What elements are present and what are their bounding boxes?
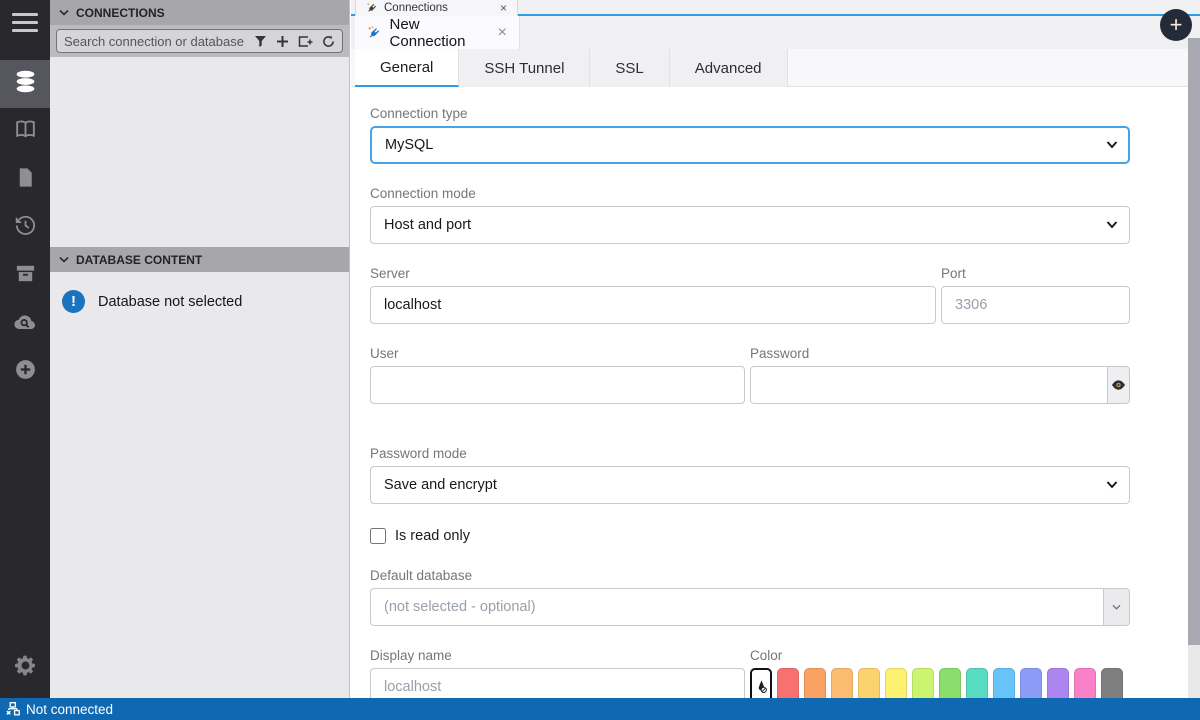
app-tab-bar: Connections ×: [351, 0, 1200, 16]
connection-type-select[interactable]: MySQL: [370, 126, 1130, 164]
gear-icon: [13, 653, 38, 683]
tab-advanced-label: Advanced: [695, 60, 762, 77]
add-connection-fab[interactable]: +: [1160, 9, 1192, 41]
no-color-icon: [755, 679, 768, 694]
tab-general-label: General: [380, 59, 433, 76]
user-input[interactable]: [370, 366, 745, 404]
password-mode-select[interactable]: Save and encrypt: [370, 466, 1130, 504]
connection-mode-label: Connection mode: [370, 186, 1130, 201]
sidebar-item-catalog[interactable]: [0, 108, 50, 156]
server-input[interactable]: [370, 286, 936, 324]
display-name-label: Display name: [370, 648, 745, 663]
server-label: Server: [370, 266, 936, 281]
tab-new-connection[interactable]: New Connection ×: [355, 16, 520, 49]
default-database-input[interactable]: [370, 588, 1104, 626]
scrollbar-thumb[interactable]: [1188, 38, 1200, 645]
sidebar-item-archive[interactable]: [0, 252, 50, 300]
connection-type-label: Connection type: [370, 106, 1130, 121]
connection-search-input[interactable]: Search connection or database: [56, 29, 343, 53]
database-content-panel-header[interactable]: DATABASE CONTENT: [50, 247, 349, 272]
eye-icon: [1111, 379, 1126, 391]
tab-ssh-tunnel[interactable]: SSH Tunnel: [459, 49, 590, 87]
activity-bar: [0, 0, 50, 698]
close-icon[interactable]: ×: [500, 1, 507, 15]
main-area: Connections × New Connection × General S…: [351, 0, 1200, 698]
sidebar-item-cloud-search[interactable]: [0, 300, 50, 348]
chevron-down-icon: [59, 9, 69, 17]
color-label: Color: [750, 648, 1130, 663]
read-only-checkbox[interactable]: [370, 528, 386, 544]
plug-icon: [367, 25, 382, 41]
connections-panel-header[interactable]: CONNECTIONS: [50, 0, 349, 25]
form-tab-bar: General SSH Tunnel SSL Advanced: [351, 49, 1200, 87]
user-label: User: [370, 346, 745, 361]
archive-icon: [14, 262, 37, 290]
connections-panel-title: CONNECTIONS: [76, 6, 165, 20]
password-input[interactable]: [750, 366, 1108, 404]
tab-new-connection-label: New Connection: [390, 16, 490, 50]
settings-button[interactable]: [0, 644, 50, 692]
server-port-row: Server Port: [370, 266, 1130, 324]
tab-advanced[interactable]: Advanced: [670, 49, 788, 87]
default-database-label: Default database: [370, 568, 1130, 583]
status-text: Not connected: [26, 702, 113, 717]
refresh-icon[interactable]: [322, 35, 335, 48]
filter-icon[interactable]: [254, 35, 267, 48]
connection-mode-field: Connection mode Host and port: [370, 186, 1130, 244]
read-only-label[interactable]: Is read only: [395, 528, 470, 544]
add-connection-icon[interactable]: [276, 35, 289, 48]
disconnected-icon: [6, 702, 20, 716]
password-label: Password: [750, 346, 1130, 361]
cloud-search-icon: [12, 309, 38, 340]
status-bar: Not connected: [0, 698, 1200, 720]
default-database-field: Default database: [370, 568, 1130, 626]
app-window: CONNECTIONS Search connection or databas…: [0, 0, 1200, 720]
read-only-field: Is read only: [370, 528, 1130, 544]
hamburger-menu-button[interactable]: [0, 0, 50, 44]
tab-connections-label: Connections: [384, 2, 448, 14]
tab-ssh-tunnel-label: SSH Tunnel: [484, 60, 564, 77]
connection-mode-select[interactable]: Host and port: [370, 206, 1130, 244]
vertical-scrollbar[interactable]: [1188, 38, 1200, 698]
show-password-button[interactable]: [1108, 366, 1130, 404]
password-mode-label: Password mode: [370, 446, 1130, 461]
sidebar-item-add[interactable]: [0, 348, 50, 396]
plus-circle-icon: [13, 357, 38, 387]
connection-type-field: Connection type MySQL: [370, 106, 1130, 164]
password-mode-field: Password mode Save and encrypt: [370, 446, 1130, 504]
port-label: Port: [941, 266, 1130, 281]
left-panel: CONNECTIONS Search connection or databas…: [50, 0, 350, 698]
tab-connections[interactable]: Connections ×: [355, 0, 518, 16]
port-input[interactable]: [941, 286, 1130, 324]
empty-message-text: Database not selected: [98, 294, 242, 310]
chevron-down-icon: [1112, 604, 1121, 611]
sidebar-item-files[interactable]: [0, 156, 50, 204]
sidebar-item-history[interactable]: [0, 204, 50, 252]
default-database-dropdown-button[interactable]: [1104, 588, 1130, 626]
info-icon: !: [62, 290, 85, 313]
open-book-icon: [13, 117, 38, 147]
connections-search-row: Search connection or database: [50, 25, 349, 57]
database-content-panel-title: DATABASE CONTENT: [76, 253, 202, 267]
tab-ssl[interactable]: SSL: [590, 49, 669, 87]
database-not-selected-message: ! Database not selected: [62, 290, 242, 313]
new-folder-icon[interactable]: [298, 35, 313, 48]
file-icon: [14, 166, 37, 194]
database-icon: [13, 69, 38, 99]
search-placeholder: Search connection or database: [64, 34, 245, 49]
close-icon[interactable]: ×: [498, 24, 507, 42]
tab-general[interactable]: General: [355, 49, 459, 87]
plug-icon: [366, 2, 378, 14]
editor-tab-bar: New Connection ×: [351, 16, 1200, 49]
sidebar-item-connections[interactable]: [0, 60, 50, 108]
chevron-down-icon: [59, 256, 69, 264]
user-password-row: User Password: [370, 346, 1130, 404]
tab-ssl-label: SSL: [615, 60, 643, 77]
history-icon: [13, 213, 38, 243]
connection-form: Connection type MySQL Connection mode Ho…: [370, 106, 1130, 706]
